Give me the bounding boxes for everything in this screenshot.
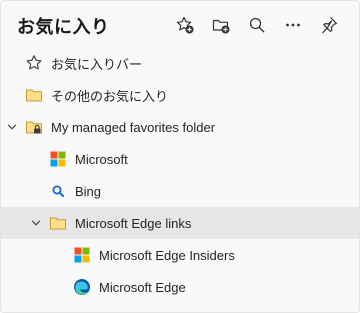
folder-plus-icon xyxy=(212,19,230,34)
edge-logo-icon xyxy=(73,278,91,296)
tree-item-edge[interactable]: Microsoft Edge xyxy=(1,271,359,303)
star-outline-icon xyxy=(25,54,43,72)
tree-item-edge-insiders[interactable]: Microsoft Edge Insiders xyxy=(1,239,359,271)
tree-item-other-favorites[interactable]: その他のお気に入り xyxy=(1,79,359,111)
chevron-down-icon[interactable] xyxy=(5,120,19,134)
pin-icon xyxy=(322,17,338,34)
folder-icon xyxy=(49,214,67,232)
search-icon xyxy=(249,17,265,33)
tree-item-label: My managed favorites folder xyxy=(51,119,216,135)
star-plus-icon xyxy=(176,16,194,34)
microsoft-logo-icon xyxy=(49,150,67,168)
tree-item-label: Bing xyxy=(75,183,102,199)
more-options-button[interactable] xyxy=(279,11,307,39)
tree-item-bing[interactable]: Bing xyxy=(1,175,359,207)
tree-item-microsoft[interactable]: Microsoft xyxy=(1,143,359,175)
tree-item-label: その他のお気に入り xyxy=(51,88,169,104)
tree-item-label: Microsoft xyxy=(75,151,128,167)
add-folder-button[interactable] xyxy=(207,11,235,39)
pin-favorites-button[interactable] xyxy=(315,11,343,39)
tree-item-label: Microsoft Edge Insiders xyxy=(99,247,235,263)
tree-item-label: Microsoft Edge links xyxy=(75,215,192,231)
more-horizontal-icon xyxy=(286,23,300,27)
tree-item-label: お気に入りバー xyxy=(51,56,143,72)
search-favorites-button[interactable] xyxy=(243,11,271,39)
tree-item-edge-links[interactable]: Microsoft Edge links xyxy=(1,207,359,239)
bing-search-icon xyxy=(49,182,67,200)
tree-item-favorites-bar[interactable]: お気に入りバー xyxy=(1,47,359,79)
tree-item-managed-folder[interactable]: My managed favorites folder xyxy=(1,111,359,143)
tree-item-label: Microsoft Edge xyxy=(99,279,186,295)
managed-folder-icon xyxy=(25,118,43,136)
panel-title: お気に入り xyxy=(17,17,110,37)
microsoft-logo-icon xyxy=(73,246,91,264)
favorites-header: お気に入り xyxy=(1,1,359,49)
add-favorite-button[interactable] xyxy=(171,11,199,39)
folder-icon xyxy=(25,86,43,104)
chevron-down-icon[interactable] xyxy=(29,216,43,230)
favorites-panel: お気に入り お気に入りバー その他のお気に入り My managed favor… xyxy=(0,0,360,313)
